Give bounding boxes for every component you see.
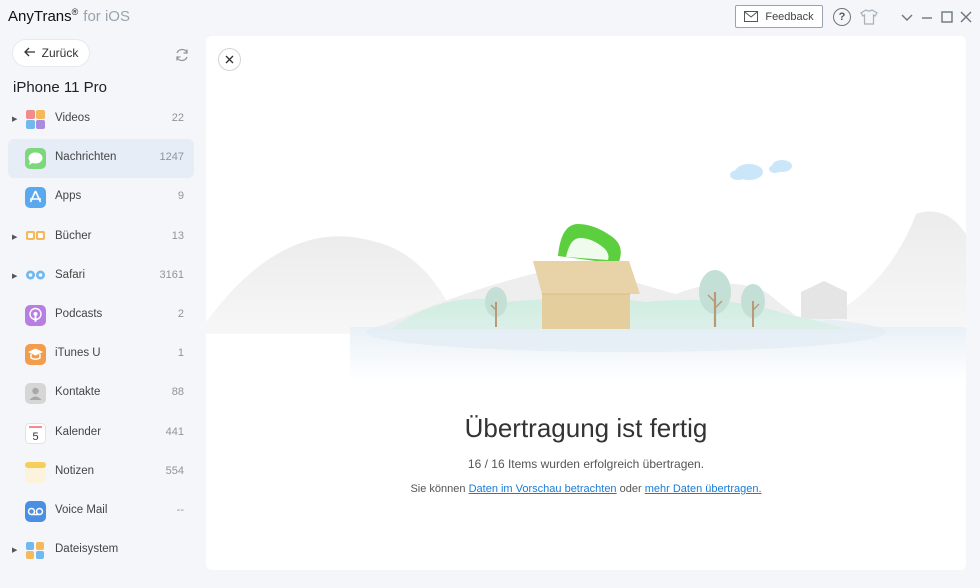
sidebar-item-label: Apps [55,190,82,203]
links-middle: oder [619,483,642,495]
sidebar-item-count: 13 [171,229,184,242]
voicemail-icon [25,500,46,522]
sidebar-item-label: Nachrichten [55,151,117,164]
sidebar-item-label: Podcasts [55,307,103,320]
sidebar-item-videos[interactable]: ▶ Videos 22 [8,100,194,139]
appstore-icon [25,187,46,209]
calendar-icon: 5 [25,422,46,444]
notes-icon [25,461,46,483]
chevron-down-icon[interactable] [898,8,916,26]
expand-caret-icon[interactable]: ▶ [12,233,17,241]
sidebar-item-calendar[interactable]: 5 Kalender 441 [8,414,194,453]
maximize-icon[interactable] [938,8,956,26]
transfer-more-link[interactable]: mehr Daten übertragen. [645,483,762,495]
category-list: ▶ Videos 22 Nachrichten 1247 Apps 9 ▶ Bü… [8,100,194,570]
sidebar-item-books[interactable]: ▶ Bücher 13 [8,218,194,257]
app-name: AnyTrans [8,8,72,25]
sidebar-item-label: iTunes U [55,347,101,360]
messages-icon [25,148,46,170]
sidebar-item-count: 441 [165,425,184,438]
sidebar-item-count: 554 [165,464,184,477]
contacts-icon [25,383,46,405]
help-icon[interactable]: ? [833,8,851,26]
itunesu-icon [25,344,46,366]
preview-data-link[interactable]: Daten im Vorschau betrachten [469,483,617,495]
minimize-icon[interactable] [918,8,936,26]
transfer-complete-panel: Übertragung ist fertig 16 / 16 Items wur… [206,36,966,570]
filesystem-icon [25,540,46,561]
books-icon [25,227,46,248]
package-box-icon [533,224,640,329]
podcasts-icon [25,304,46,326]
sidebar-item-label: Kontakte [55,386,101,399]
sidebar-item-count: 88 [171,386,184,399]
tshirt-icon[interactable] [860,8,878,26]
back-label: Zurück [41,46,79,60]
sidebar-item-count: 3161 [159,268,184,281]
sidebar-item-label: Safari [55,268,86,281]
refresh-icon[interactable] [172,45,192,65]
sidebar-item-label: Voice Mail [55,503,108,516]
sidebar-item-itunesu[interactable]: iTunes U 1 [8,335,194,374]
sidebar-item-notes[interactable]: Notizen 554 [8,453,194,492]
sidebar-item-safari[interactable]: ▶ Safari 3161 [8,257,194,296]
sidebar-item-count: 1 [177,347,184,360]
safari-icon [25,266,46,287]
sidebar-item-voicemail[interactable]: Voice Mail -- [8,492,194,531]
sidebar-item-label: Kalender [55,425,102,438]
completion-actions: Sie können Daten im Vorschau betrachten … [206,483,966,495]
sidebar-item-label: Notizen [55,464,94,477]
sidebar-item-label: Videos [55,112,90,124]
expand-caret-icon[interactable]: ▶ [12,115,17,123]
expand-caret-icon[interactable]: ▶ [12,272,17,280]
box-lid [533,261,640,294]
arrow-left-icon [23,46,36,60]
sidebar: Zurück iPhone 11 Pro ▶ Videos 22 Nachric… [0,34,204,588]
expand-caret-icon[interactable]: ▶ [12,546,17,554]
links-prefix: Sie können [410,483,466,495]
sidebar-item-count: -- [176,503,184,516]
device-name: iPhone 11 Pro [13,79,107,96]
sidebar-item-count: 22 [171,112,184,124]
house-icon [801,281,847,319]
sidebar-item-messages[interactable]: Nachrichten 1247 [8,139,194,179]
back-button[interactable]: Zurück [13,40,89,66]
sidebar-item-contacts[interactable]: Kontakte 88 [8,374,194,413]
sidebar-item-label: Bücher [55,229,92,242]
title-bar: AnyTrans® for iOS Feedback ? [0,0,980,34]
close-icon[interactable] [218,48,241,71]
sidebar-item-filesystem[interactable]: ▶ Dateisystem [8,531,194,570]
close-window-icon[interactable] [957,8,975,26]
videos-icon [25,109,46,130]
app-title: AnyTrans® for iOS [8,7,130,25]
box-front [542,294,630,329]
feedback-label: Feedback [765,10,814,23]
app-reg-mark: ® [71,7,79,17]
sidebar-item-apps[interactable]: Apps 9 [8,178,194,217]
cloud-icon [730,160,792,180]
app-title-suffix: for iOS [83,8,130,25]
calendar-day: 5 [32,431,38,443]
completion-title: Übertragung ist fertig [464,413,708,443]
transfer-complete-illustration [206,160,966,382]
completion-summary: 16 / 16 Items wurden erfolgreich übertra… [467,457,705,471]
sidebar-item-podcasts[interactable]: Podcasts 2 [8,296,194,335]
sidebar-item-count: 9 [177,190,184,203]
feedback-button[interactable]: Feedback [735,5,823,28]
sidebar-item-count: 1247 [159,151,184,164]
sidebar-item-count: 2 [177,307,184,320]
mail-icon [744,11,759,22]
sidebar-item-label: Dateisystem [55,543,119,556]
